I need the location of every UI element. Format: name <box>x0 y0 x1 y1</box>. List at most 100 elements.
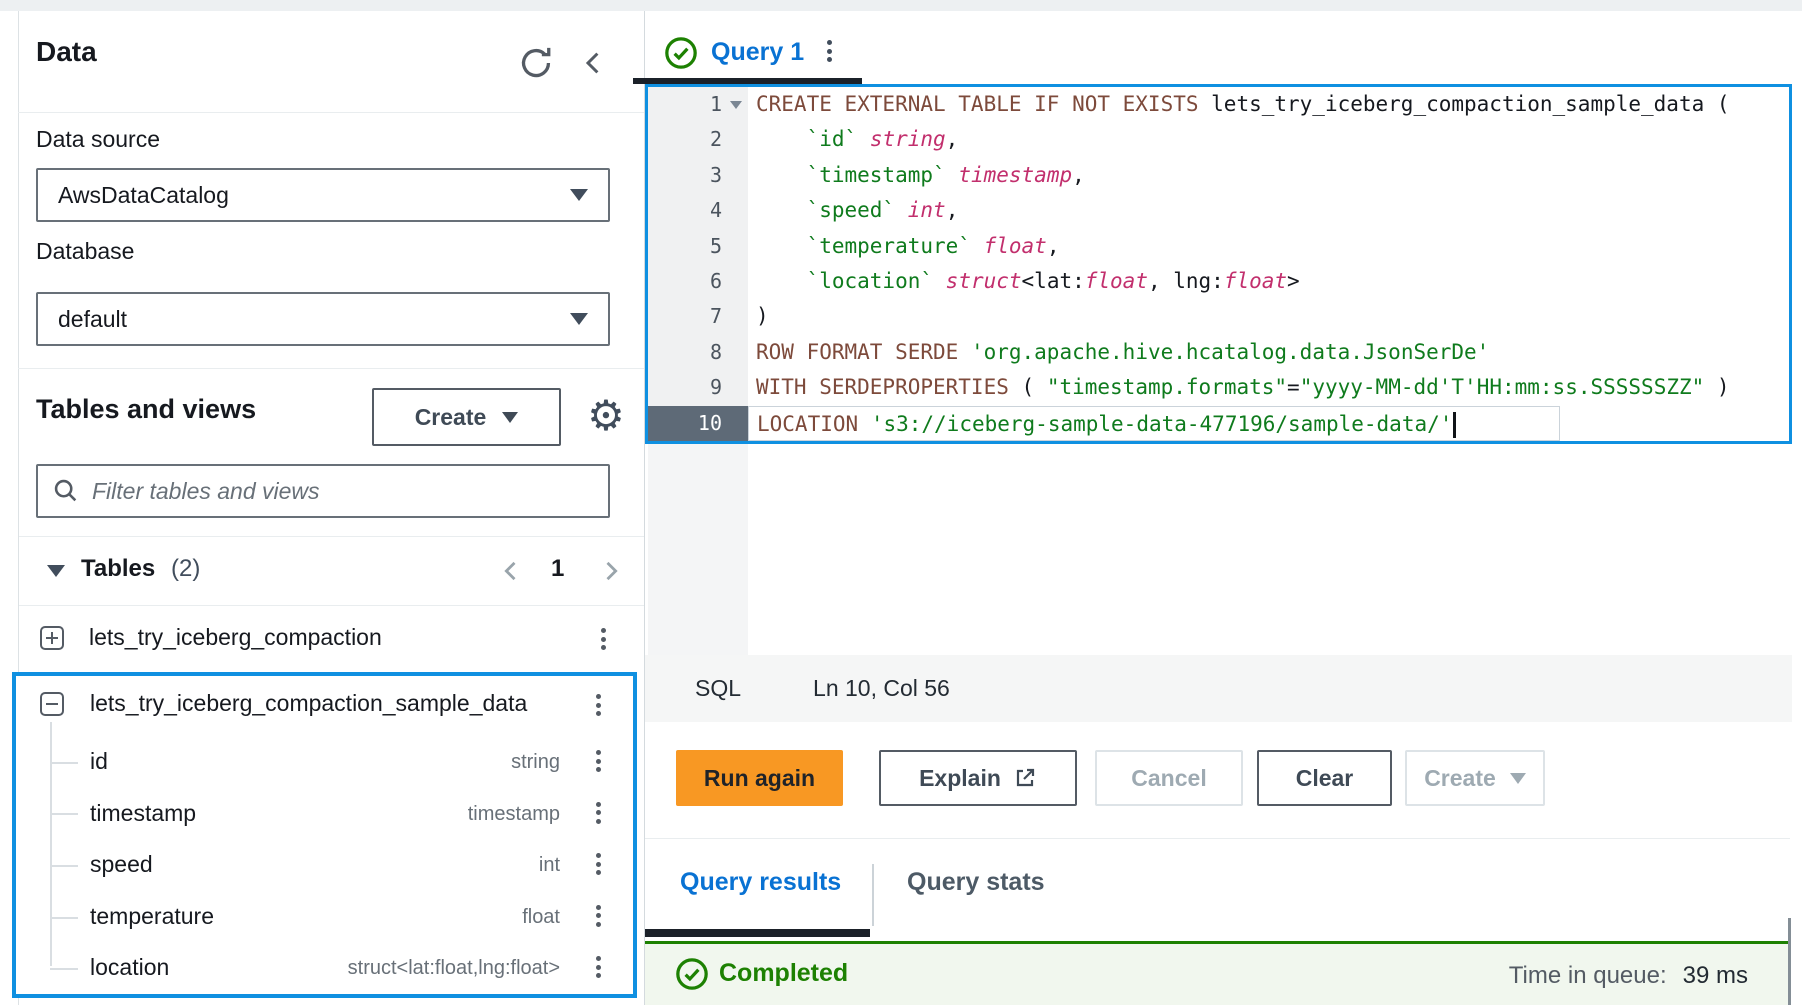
editor-line-1[interactable]: CREATE EXTERNAL TABLE IF NOT EXISTS lets… <box>748 87 1789 122</box>
editor-gutter: 12345678910 <box>648 87 748 441</box>
filter-placeholder: Filter tables and views <box>92 478 320 505</box>
create-button[interactable]: Create <box>372 388 561 446</box>
time-in-queue: Time in queue: 39 ms <box>1509 962 1748 990</box>
gutter-line-9[interactable]: 9 <box>648 370 748 405</box>
editor-line-10[interactable]: LOCATION 's3://iceberg-sample-data-47719… <box>748 406 1560 441</box>
cancel-label: Cancel <box>1131 765 1206 792</box>
kebab-menu-icon[interactable] <box>593 853 603 875</box>
divider <box>645 838 1790 839</box>
create-button-label: Create <box>415 404 487 431</box>
sql-editor[interactable]: 12345678910 CREATE EXTERNAL TABLE IF NOT… <box>645 84 1792 444</box>
clear-button[interactable]: Clear <box>1257 750 1392 806</box>
external-link-icon <box>1013 766 1037 790</box>
column-row[interactable]: temperaturefloat <box>16 891 633 943</box>
tab-query-stats[interactable]: Query stats <box>907 868 1045 897</box>
chevron-down-icon <box>570 189 588 201</box>
gutter-line-2[interactable]: 2 <box>648 122 748 157</box>
table-row[interactable]: lets_try_iceberg_compaction_sample_data <box>16 676 633 736</box>
tree-connector-stub <box>50 762 78 764</box>
editor-line-4[interactable]: `speed` int, <box>748 193 1789 228</box>
data-source-value: AwsDataCatalog <box>58 182 229 209</box>
selected-table-container: lets_try_iceberg_compaction_sample_data … <box>12 672 637 998</box>
kebab-menu-icon[interactable] <box>593 956 603 978</box>
gear-icon[interactable]: ⚙ <box>584 392 628 440</box>
editor-line-7[interactable]: ) <box>748 299 1789 334</box>
window-top-strip <box>0 0 1802 11</box>
gutter-line-3[interactable]: 3 <box>648 158 748 193</box>
kebab-menu-icon[interactable] <box>598 628 608 650</box>
editor-code[interactable]: CREATE EXTERNAL TABLE IF NOT EXISTS lets… <box>748 87 1789 441</box>
run-again-button[interactable]: Run again <box>676 750 843 806</box>
section-expander-icon[interactable] <box>47 565 65 577</box>
gutter-line-7[interactable]: 7 <box>648 299 748 334</box>
query-success-check-icon <box>664 36 698 70</box>
gutter-line-4[interactable]: 4 <box>648 193 748 228</box>
editor-line-5[interactable]: `temperature` float, <box>748 229 1789 264</box>
data-source-select[interactable]: AwsDataCatalog <box>36 168 610 222</box>
explain-button[interactable]: Explain <box>879 750 1077 806</box>
kebab-menu-icon[interactable] <box>593 694 603 716</box>
pagination-next-icon[interactable] <box>597 557 625 585</box>
selected-table-columns: idstring timestamp timestamp speedinttemper… <box>16 736 633 994</box>
gutter-line-6[interactable]: 6 <box>648 264 748 299</box>
tables-and-views-heading: Tables and views <box>36 394 256 425</box>
column-type: timestamp <box>468 803 560 826</box>
gutter-line-1[interactable]: 1 <box>648 87 748 122</box>
pagination-prev-icon[interactable] <box>497 557 525 585</box>
table-name[interactable]: lets_try_iceberg_compaction <box>89 624 382 651</box>
chevron-down-icon <box>570 313 588 325</box>
status-badge: Completed <box>719 959 848 988</box>
run-again-label: Run again <box>704 765 815 792</box>
column-name: id <box>90 748 108 775</box>
column-name: timestamp <box>90 800 196 827</box>
scrollbar[interactable] <box>1788 918 1791 1005</box>
expand-table-icon[interactable] <box>40 626 64 650</box>
time-in-queue-label: Time in queue: <box>1509 962 1667 990</box>
kebab-menu-icon[interactable] <box>593 905 603 927</box>
collapse-panel-icon[interactable] <box>578 47 608 79</box>
database-select[interactable]: default <box>36 292 610 346</box>
gutter-line-10[interactable]: 10 <box>648 406 748 441</box>
column-row[interactable]: timestamp timestamp <box>16 788 633 840</box>
editor-line-8[interactable]: ROW FORMAT SERDE 'org.apache.hive.hcatal… <box>748 335 1789 370</box>
database-label: Database <box>36 238 134 265</box>
kebab-menu-icon[interactable] <box>593 750 603 772</box>
tab-query-results[interactable]: Query results <box>680 868 841 897</box>
tab-separator <box>872 864 874 926</box>
editor-line-6[interactable]: `location` struct<lat:float, lng:float> <box>748 264 1789 299</box>
table-row[interactable]: lets_try_iceberg_compaction <box>19 604 644 672</box>
column-row[interactable]: idstring <box>16 736 633 788</box>
column-type: int <box>539 854 560 877</box>
database-value: default <box>58 306 127 333</box>
column-row[interactable]: locationstruct<lat:float,lng:float> <box>16 942 633 994</box>
column-row[interactable]: speedint <box>16 839 633 891</box>
query-tab-kebab-icon[interactable] <box>824 40 834 62</box>
cancel-button: Cancel <box>1095 750 1243 806</box>
editor-line-3[interactable]: `timestamp` timestamp, <box>748 158 1789 193</box>
clear-label: Clear <box>1296 765 1354 792</box>
collapse-table-icon[interactable] <box>40 692 64 716</box>
editor-status-bar: SQL Ln 10, Col 56 <box>645 655 1792 722</box>
pagination-current-page: 1 <box>551 555 564 583</box>
gutter-line-8[interactable]: 8 <box>648 335 748 370</box>
divider <box>18 368 644 369</box>
column-name: location <box>90 954 169 981</box>
tree-connector-stub <box>50 917 78 919</box>
completed-check-icon <box>675 957 709 991</box>
tree-connector-stub <box>50 813 78 815</box>
tab-query-1[interactable]: Query 1 <box>711 38 804 67</box>
gutter-line-5[interactable]: 5 <box>648 229 748 264</box>
query-status-bar: Completed Time in queue: 39 ms <box>645 941 1788 1005</box>
search-icon <box>52 477 80 505</box>
filter-tables-input[interactable]: Filter tables and views <box>36 464 610 518</box>
tables-count: (2) <box>171 555 200 583</box>
fold-arrow-icon[interactable] <box>730 101 742 109</box>
explain-label: Explain <box>919 765 1001 792</box>
table-name[interactable]: lets_try_iceberg_compaction_sample_data <box>90 690 527 717</box>
editor-line-9[interactable]: WITH SERDEPROPERTIES ( "timestamp.format… <box>748 370 1789 405</box>
chevron-down-icon <box>502 412 518 423</box>
editor-line-2[interactable]: `id` string, <box>748 122 1789 157</box>
refresh-icon[interactable] <box>518 45 554 81</box>
kebab-menu-icon[interactable] <box>593 802 603 824</box>
tables-section-header[interactable]: Tables (2) 1 <box>19 536 644 606</box>
